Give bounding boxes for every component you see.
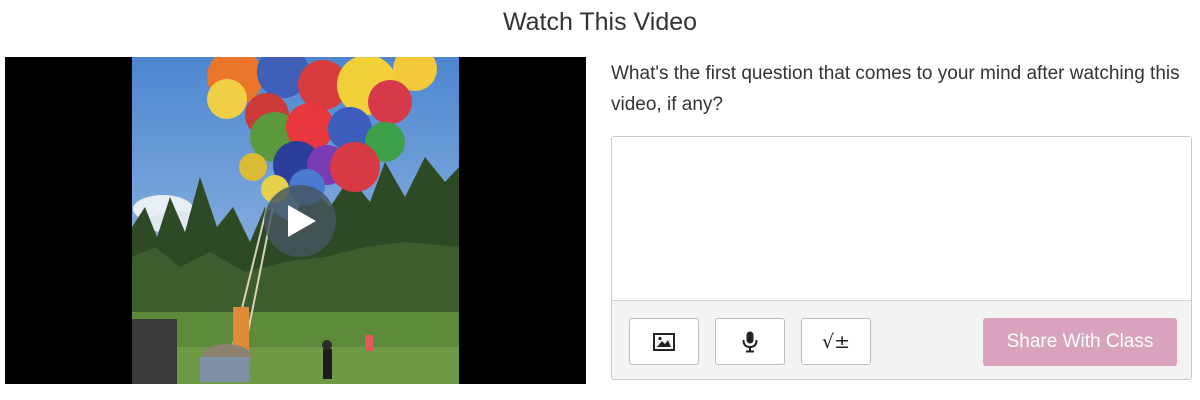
share-with-class-button[interactable]: Share With Class bbox=[983, 318, 1177, 366]
play-button[interactable] bbox=[264, 185, 336, 257]
insert-image-button[interactable] bbox=[629, 318, 699, 365]
insert-math-button[interactable]: √± bbox=[801, 318, 871, 365]
microphone-icon bbox=[742, 331, 758, 352]
answer-input[interactable] bbox=[612, 137, 1191, 300]
answer-panel: √± Share With Class bbox=[611, 136, 1192, 380]
play-icon bbox=[288, 205, 316, 237]
image-icon bbox=[653, 332, 675, 351]
math-icon: √± bbox=[821, 330, 851, 353]
record-audio-button[interactable] bbox=[715, 318, 785, 365]
page-title: Watch This Video bbox=[502, 8, 698, 36]
question-prompt: What's the first question that comes to … bbox=[611, 63, 1180, 115]
video-player[interactable] bbox=[5, 57, 586, 384]
answer-toolbar: √± Share With Class bbox=[612, 300, 1191, 379]
